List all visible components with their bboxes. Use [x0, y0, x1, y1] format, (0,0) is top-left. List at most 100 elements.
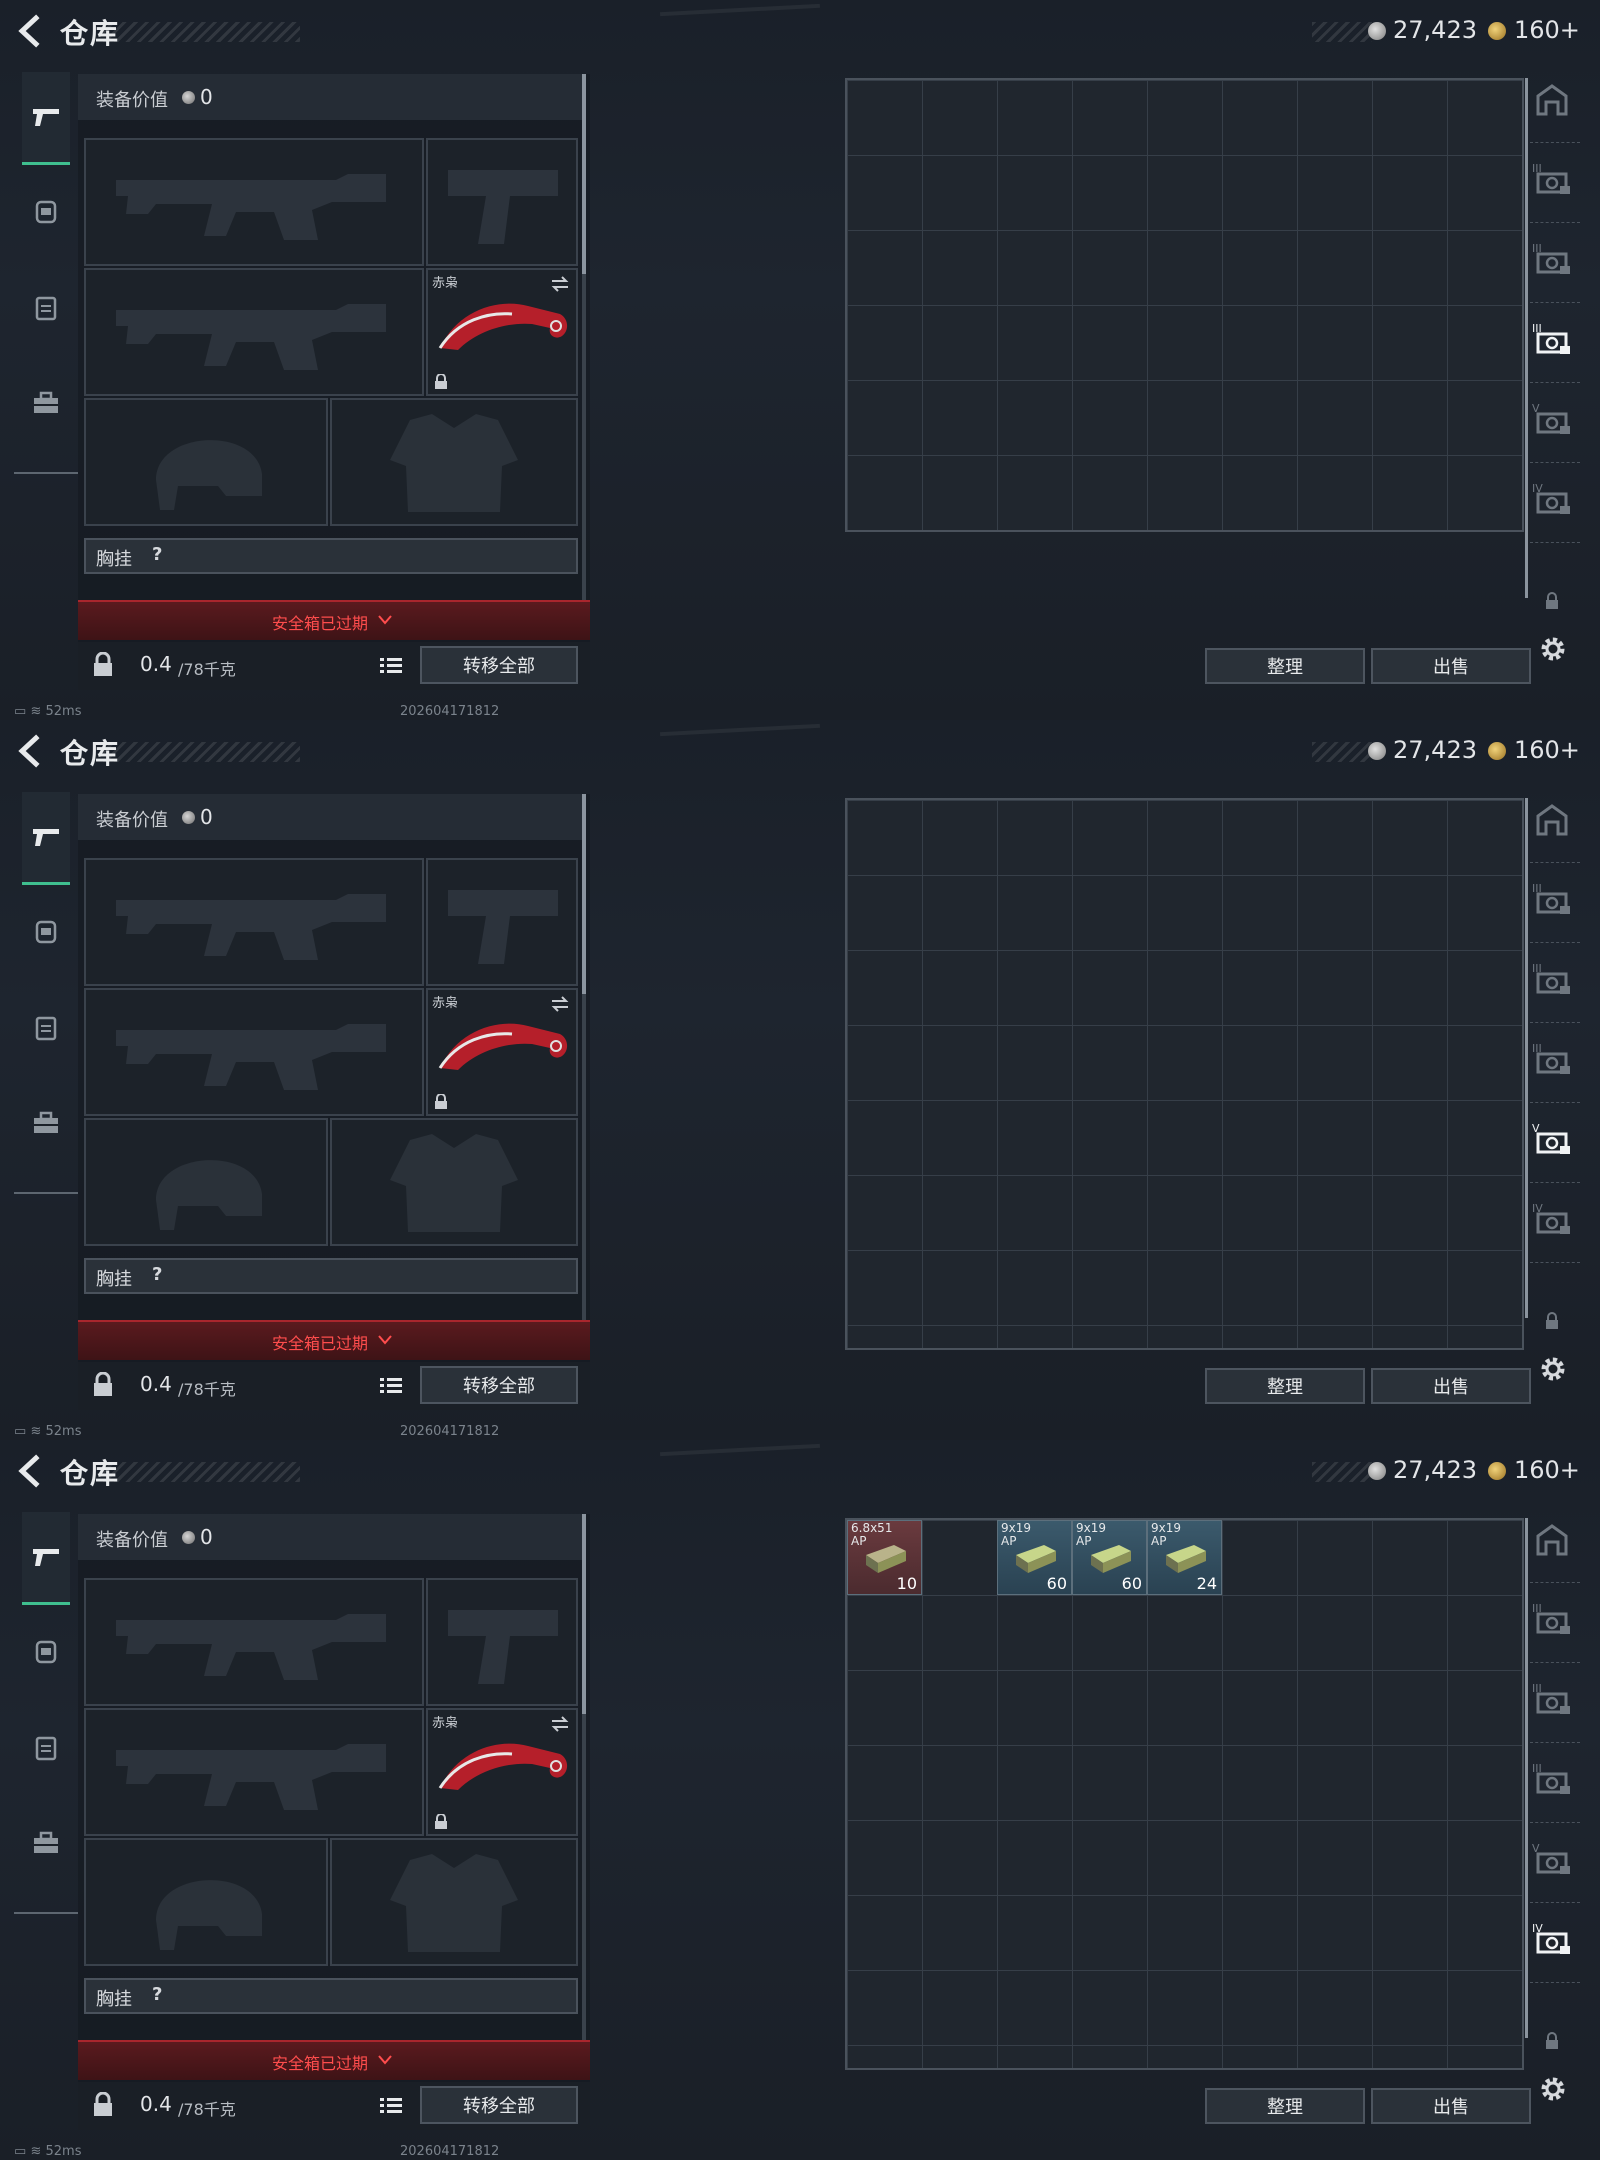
case-3c-icon[interactable]: III: [1530, 1758, 1574, 1802]
case-3c-icon[interactable]: III: [1530, 1038, 1574, 1082]
transfer-all-button[interactable]: 转移全部: [420, 1366, 578, 1404]
gold-currency-amount[interactable]: 160+: [1514, 1456, 1580, 1484]
chevron-down-icon[interactable]: [376, 611, 394, 629]
gear-icon[interactable]: [1536, 632, 1570, 666]
sort-button[interactable]: 整理: [1205, 2088, 1365, 2124]
case-3-icon[interactable]: III: [1530, 158, 1574, 202]
chest-rig-help-button[interactable]: ?: [152, 1984, 162, 2005]
melee-slot[interactable]: 赤枭: [426, 1708, 578, 1836]
case-3-icon[interactable]: III: [1530, 878, 1574, 922]
back-arrow-icon[interactable]: [14, 14, 44, 48]
sell-button[interactable]: 出售: [1371, 648, 1531, 684]
tab-toolbox[interactable]: [22, 1798, 70, 1888]
case-5-icon[interactable]: V: [1530, 1838, 1574, 1882]
gold-currency-amount[interactable]: 160+: [1514, 736, 1580, 764]
pistol-slot[interactable]: [426, 138, 578, 266]
tab-toolbox[interactable]: [22, 1078, 70, 1168]
primary-weapon-slot[interactable]: [84, 138, 424, 266]
chevron-down-icon[interactable]: [376, 2051, 394, 2069]
melee-slot[interactable]: 赤枭: [426, 268, 578, 396]
primary-weapon-slot[interactable]: [84, 1578, 424, 1706]
sort-button[interactable]: 整理: [1205, 648, 1365, 684]
list-icon[interactable]: [378, 1374, 404, 1398]
shelter-icon[interactable]: [1530, 1518, 1574, 1562]
case-3c-icon[interactable]: III: [1530, 318, 1574, 362]
back-arrow-icon[interactable]: [14, 734, 44, 768]
transfer-all-button[interactable]: 转移全部: [420, 2086, 578, 2124]
primary-weapon-slot[interactable]: [84, 858, 424, 986]
rail-separator: [1530, 1822, 1580, 1824]
safe-box-expired-banner[interactable]: 安全箱已过期: [78, 1320, 590, 1360]
gear-icon[interactable]: [1536, 1352, 1570, 1386]
chest-rig-bar[interactable]: 胸挂 ?: [84, 1258, 578, 1294]
tab-weapons[interactable]: [22, 792, 70, 885]
case-4-icon[interactable]: IV: [1530, 478, 1574, 522]
tab-armor[interactable]: [22, 166, 70, 256]
chest-rig-help-button[interactable]: ?: [152, 1264, 162, 1285]
case-3b-icon[interactable]: III: [1530, 958, 1574, 1002]
helmet-slot[interactable]: [84, 1118, 328, 1246]
case-5-icon[interactable]: V: [1530, 398, 1574, 442]
backpack-armor-icon: [35, 1640, 57, 1664]
case-5-icon[interactable]: V: [1530, 1118, 1574, 1162]
tab-bag[interactable]: [22, 262, 70, 352]
transfer-all-button[interactable]: 转移全部: [420, 646, 578, 684]
secondary-weapon-slot[interactable]: [84, 268, 424, 396]
vest-silhouette-icon: [390, 1134, 518, 1232]
tab-toolbox[interactable]: [22, 358, 70, 448]
list-icon[interactable]: [378, 2094, 404, 2118]
tab-armor[interactable]: [22, 886, 70, 976]
body-armor-slot[interactable]: [330, 1118, 578, 1246]
secondary-weapon-slot[interactable]: [84, 1708, 424, 1836]
sort-button[interactable]: 整理: [1205, 1368, 1365, 1404]
case-3b-icon[interactable]: III: [1530, 1678, 1574, 1722]
chest-rig-help-button[interactable]: ?: [152, 544, 162, 565]
helmet-slot[interactable]: [84, 1838, 328, 1966]
shelter-icon[interactable]: [1530, 798, 1574, 842]
ammo-item[interactable]: 9x19 AP 60: [1072, 1520, 1147, 1595]
equipment-scroll-thumb[interactable]: [582, 1514, 586, 1714]
equipment-scroll-thumb[interactable]: [582, 794, 586, 994]
chest-rig-bar[interactable]: 胸挂 ?: [84, 1978, 578, 2014]
ammo-box-icon: [1166, 1545, 1206, 1573]
stash-grid[interactable]: [845, 1518, 1524, 2070]
case-4-icon[interactable]: IV: [1530, 1918, 1574, 1962]
body-armor-slot[interactable]: [330, 1838, 578, 1966]
sell-button[interactable]: 出售: [1371, 1368, 1531, 1404]
melee-slot[interactable]: 赤枭: [426, 988, 578, 1116]
equipment-scroll-thumb[interactable]: [582, 74, 586, 274]
ammo-item[interactable]: 9x19 AP 24: [1147, 1520, 1222, 1595]
case-3-icon[interactable]: III: [1530, 1598, 1574, 1642]
tab-weapons[interactable]: [22, 1512, 70, 1605]
ammo-item[interactable]: 6.8x51 AP 10: [847, 1520, 922, 1595]
gold-currency-amount[interactable]: 160+: [1514, 16, 1580, 44]
safe-box-expired-banner[interactable]: 安全箱已过期: [78, 2040, 590, 2080]
ammo-item[interactable]: 9x19 AP 60: [997, 1520, 1072, 1595]
gold-coin-icon: [1488, 742, 1506, 760]
stash-grid[interactable]: [845, 798, 1524, 1350]
lock-icon[interactable]: [92, 1372, 114, 1398]
helmet-slot[interactable]: [84, 398, 328, 526]
chevron-down-icon[interactable]: [376, 1331, 394, 1349]
tab-bag[interactable]: [22, 982, 70, 1072]
toolbox-icon: [34, 1111, 58, 1133]
secondary-weapon-slot[interactable]: [84, 988, 424, 1116]
pistol-slot[interactable]: [426, 858, 578, 986]
list-icon[interactable]: [378, 654, 404, 678]
lock-icon[interactable]: [92, 652, 114, 678]
chest-rig-bar[interactable]: 胸挂 ?: [84, 538, 578, 574]
tab-bag[interactable]: [22, 1702, 70, 1792]
body-armor-slot[interactable]: [330, 398, 578, 526]
tab-weapons[interactable]: [22, 72, 70, 165]
case-4-icon[interactable]: IV: [1530, 1198, 1574, 1242]
sell-button[interactable]: 出售: [1371, 2088, 1531, 2124]
safe-box-expired-banner[interactable]: 安全箱已过期: [78, 600, 590, 640]
lock-icon[interactable]: [92, 2092, 114, 2118]
pistol-slot[interactable]: [426, 1578, 578, 1706]
case-3b-icon[interactable]: III: [1530, 238, 1574, 282]
shelter-icon[interactable]: [1530, 78, 1574, 122]
gear-icon[interactable]: [1536, 2072, 1570, 2106]
back-arrow-icon[interactable]: [14, 1454, 44, 1488]
tab-armor[interactable]: [22, 1606, 70, 1696]
stash-grid[interactable]: [845, 78, 1524, 532]
